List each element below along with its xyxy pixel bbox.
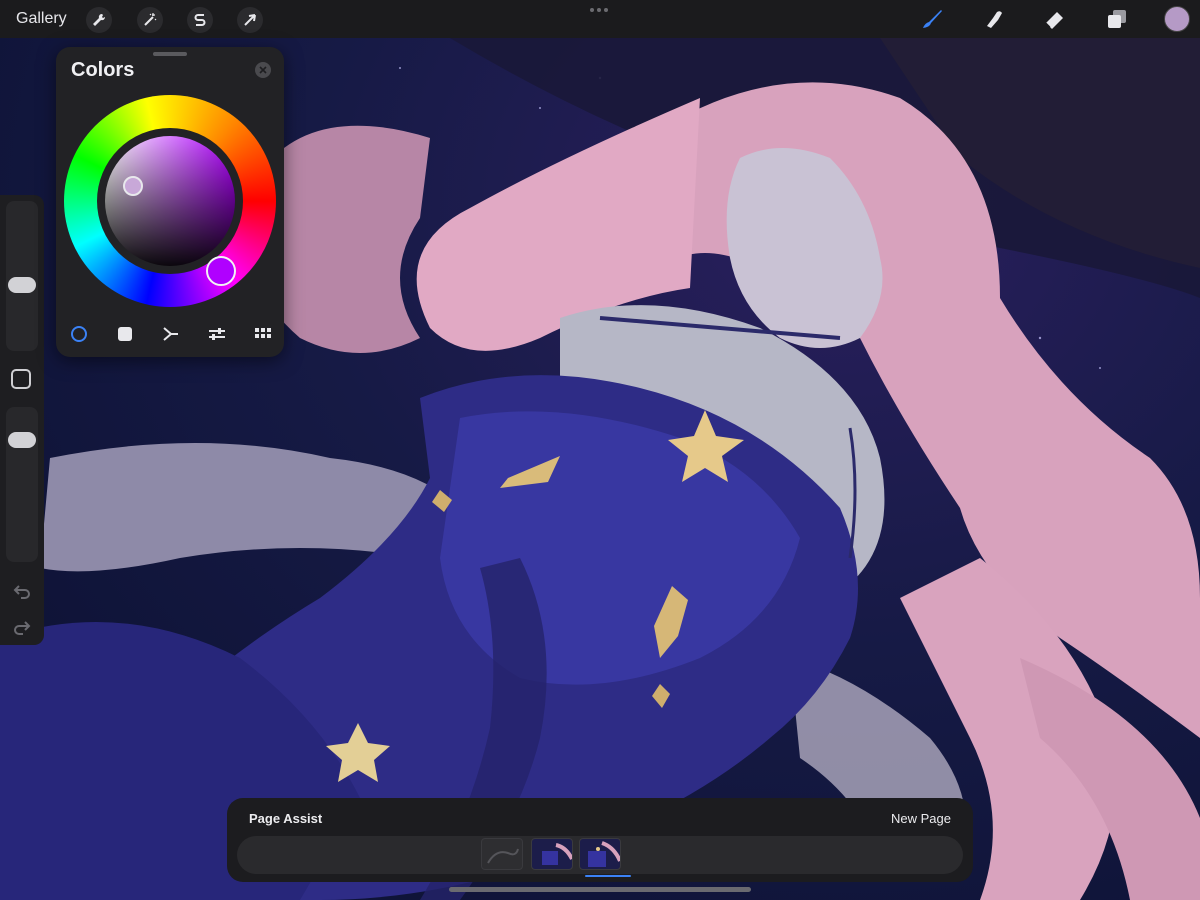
home-indicator[interactable] [449, 887, 751, 892]
harmony-icon[interactable] [158, 321, 184, 347]
brush-size-slider[interactable] [6, 201, 38, 351]
wrench-icon[interactable] [86, 7, 112, 33]
grabber-dots[interactable] [590, 8, 612, 14]
active-page-indicator [585, 875, 631, 877]
saturation-brightness-disc[interactable] [105, 136, 235, 266]
brush-size-knob[interactable] [8, 277, 36, 293]
magic-wand-icon[interactable] [137, 7, 163, 33]
sliders-icon[interactable] [204, 321, 230, 347]
current-color-swatch[interactable] [1164, 6, 1190, 32]
arrow-cursor-icon[interactable] [237, 7, 263, 33]
square-outline-icon[interactable] [11, 369, 31, 389]
page-thumbnail-active[interactable] [579, 838, 621, 870]
panel-title: Colors [71, 59, 135, 81]
selection-s-icon[interactable] [187, 7, 213, 33]
color-mode-tabs [66, 321, 276, 347]
hue-picker[interactable] [206, 256, 236, 286]
classic-square-icon[interactable] [112, 321, 138, 347]
palette-grid-icon[interactable] [250, 321, 276, 347]
page-assist-title: Page Assist [249, 811, 323, 826]
sat-bright-picker[interactable] [123, 176, 143, 196]
redo-arrow-icon[interactable] [10, 615, 34, 639]
disc-circle-icon[interactable] [66, 321, 92, 347]
eraser-icon[interactable] [1041, 5, 1069, 33]
close-x-icon[interactable] [255, 62, 271, 78]
gallery-button[interactable]: Gallery [16, 10, 67, 28]
opacity-slider[interactable] [6, 407, 38, 562]
colors-panel: Colors [56, 47, 284, 357]
left-sidebar [0, 195, 44, 645]
page-assist-panel: Page Assist New Page [227, 798, 973, 882]
page-thumbnail[interactable] [481, 838, 523, 870]
new-page-button[interactable]: New Page [891, 811, 951, 826]
brush-icon[interactable] [918, 5, 946, 33]
page-thumbnail-strip[interactable] [237, 836, 963, 877]
panel-drag-handle[interactable] [153, 52, 187, 56]
top-toolbar: Gallery [0, 0, 1200, 38]
opacity-knob[interactable] [8, 432, 36, 448]
smudge-finger-icon[interactable] [980, 5, 1008, 33]
layers-icon[interactable] [1103, 5, 1131, 33]
page-thumbnail[interactable] [531, 838, 573, 870]
undo-arrow-icon[interactable] [10, 579, 34, 603]
hue-ring[interactable] [64, 95, 276, 307]
